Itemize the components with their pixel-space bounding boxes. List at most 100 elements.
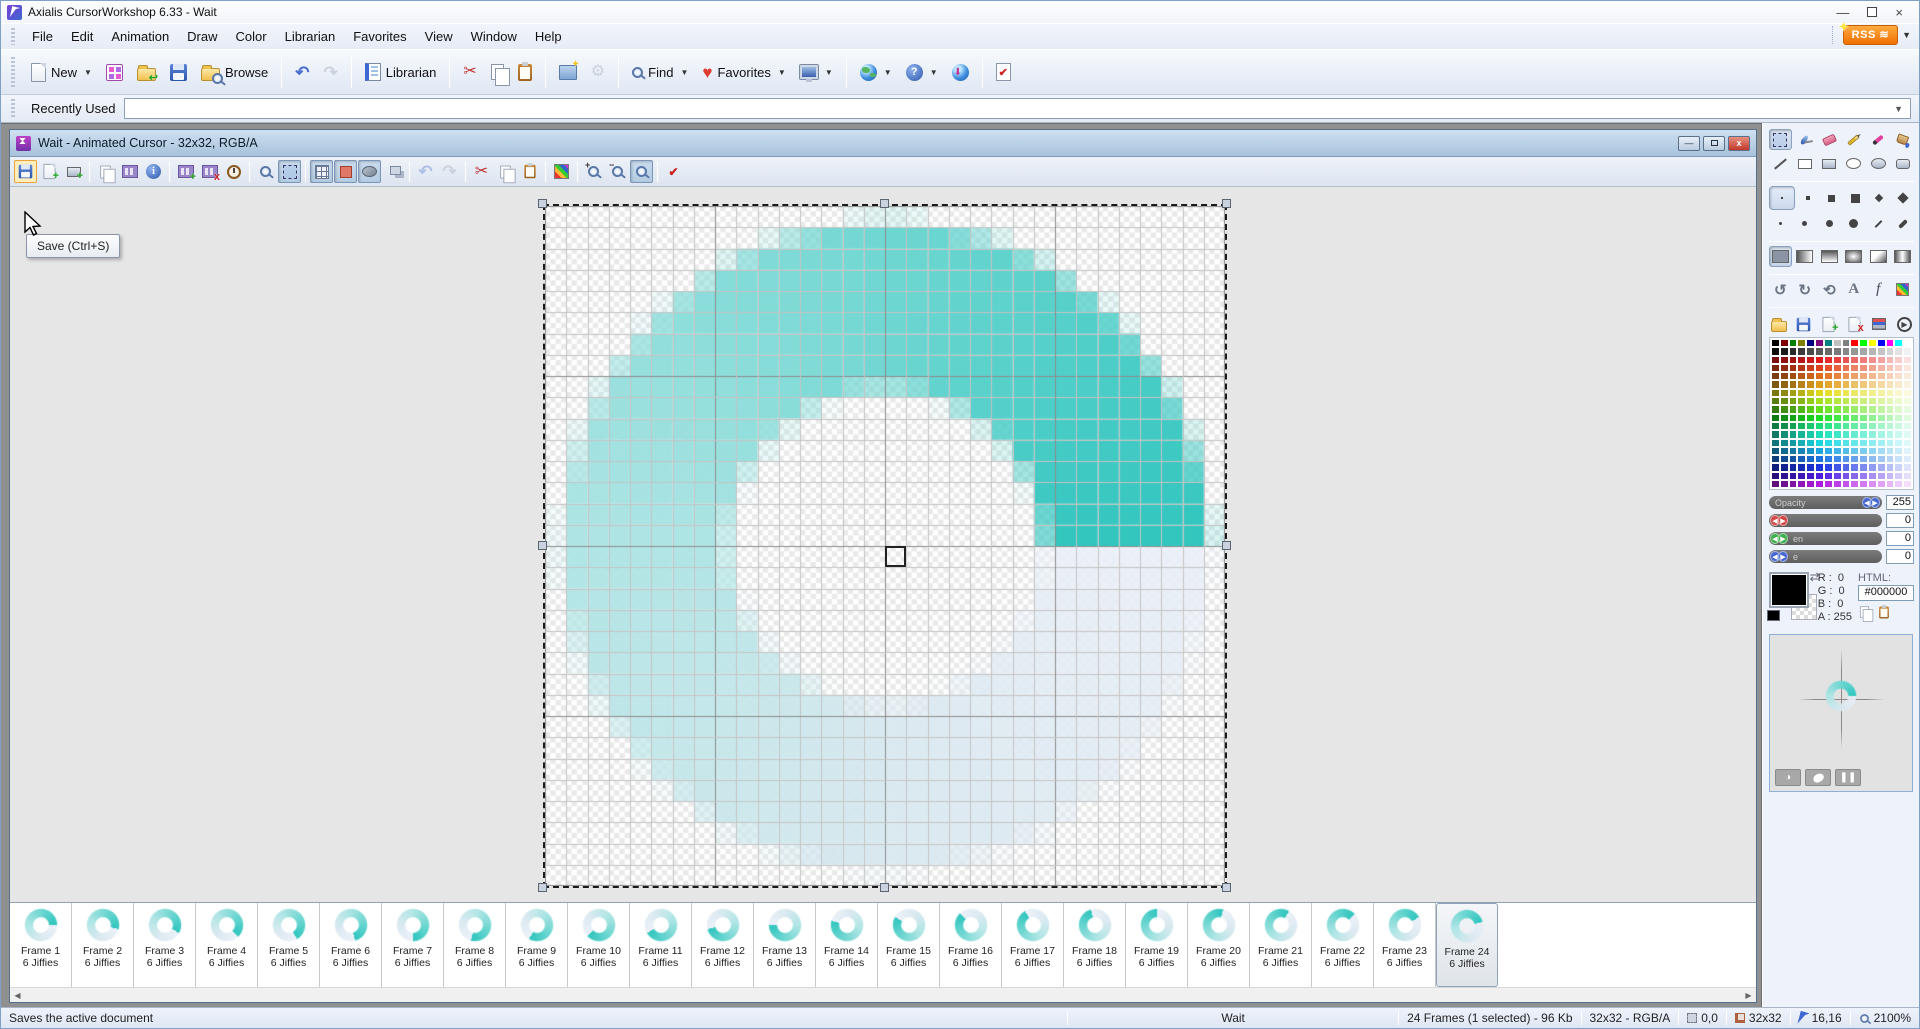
palette-color-cell[interactable] [1859, 405, 1868, 413]
menu-favorites[interactable]: Favorites [344, 26, 415, 47]
document-title-bar[interactable]: Wait - Animated Cursor - 32x32, RGB/A — … [10, 130, 1756, 157]
palette-color-cell[interactable] [1894, 339, 1903, 347]
palette-color-cell[interactable] [1859, 372, 1868, 380]
palette-color-cell[interactable] [1797, 347, 1806, 355]
frame-item-15[interactable]: Frame 156 Jiffies [878, 903, 940, 987]
palette-color-cell[interactable] [1771, 372, 1780, 380]
add-frame-from-file-button[interactable]: + [62, 160, 85, 183]
browse-button[interactable]: Browse [195, 59, 274, 86]
palette-color-cell[interactable] [1780, 372, 1789, 380]
chevron-down-icon[interactable]: ▼ [680, 68, 688, 77]
palette-color-cell[interactable] [1771, 380, 1780, 388]
palette-color-cell[interactable] [1868, 347, 1877, 355]
close-button[interactable]: × [1895, 6, 1903, 19]
palette-color-cell[interactable] [1771, 463, 1780, 471]
menu-window[interactable]: Window [462, 26, 526, 47]
palette-color-cell[interactable] [1850, 405, 1859, 413]
frame-item-16[interactable]: Frame 166 Jiffies [940, 903, 1002, 987]
restore-button[interactable] [1867, 7, 1877, 17]
commit-button[interactable]: ✔ [662, 160, 685, 183]
web-download-button[interactable] [946, 59, 975, 86]
palette-color-cell[interactable] [1806, 430, 1815, 438]
brush-size-circle-1[interactable] [1769, 213, 1792, 234]
palette-color-cell[interactable] [1850, 422, 1859, 430]
increment-arrow[interactable]: ▶ [1778, 515, 1788, 526]
palette-color-cell[interactable] [1824, 463, 1833, 471]
palette-color-cell[interactable] [1815, 397, 1824, 405]
zoom-out-button[interactable]: − [606, 160, 629, 183]
palette-color-cell[interactable] [1877, 380, 1886, 388]
fill-style-vertical-gradient[interactable] [1818, 246, 1841, 267]
palette-color-cell[interactable] [1868, 422, 1877, 430]
menu-color[interactable]: Color [227, 26, 276, 47]
palette-color-cell[interactable] [1780, 364, 1789, 372]
palette-color-cell[interactable] [1850, 463, 1859, 471]
palette-color-cell[interactable] [1780, 414, 1789, 422]
doc-cut-button[interactable]: ✂ [470, 160, 493, 183]
palette-color-cell[interactable] [1771, 430, 1780, 438]
palette-color-cell[interactable] [1771, 422, 1780, 430]
palette-color-cell[interactable] [1815, 422, 1824, 430]
copy-button[interactable] [485, 59, 510, 85]
green-value[interactable]: 0 [1886, 531, 1914, 546]
palette-color-cell[interactable] [1824, 356, 1833, 364]
palette-color-cell[interactable] [1780, 439, 1789, 447]
show-translucency-button[interactable] [358, 160, 381, 183]
palette-color-cell[interactable] [1877, 414, 1886, 422]
fill-style-horizontal-gradient[interactable] [1794, 246, 1817, 267]
brush-size-slash-1[interactable] [1867, 213, 1890, 234]
fill-style-diagonal-gradient[interactable] [1867, 246, 1890, 267]
palette-color-cell[interactable] [1797, 422, 1806, 430]
palette-color-cell[interactable] [1771, 397, 1780, 405]
palette-color-cell[interactable] [1877, 455, 1886, 463]
palette-color-cell[interactable] [1859, 356, 1868, 364]
palette-color-cell[interactable] [1824, 430, 1833, 438]
color-palette-grid[interactable] [1769, 337, 1914, 490]
palette-color-cell[interactable] [1903, 430, 1912, 438]
palette-color-cell[interactable] [1859, 472, 1868, 480]
palette-color-cell[interactable] [1894, 380, 1903, 388]
palette-color-cell[interactable] [1806, 414, 1815, 422]
doc-minimize-button[interactable]: — [1678, 136, 1700, 151]
palette-color-cell[interactable] [1842, 389, 1851, 397]
palette-color-cell[interactable] [1797, 480, 1806, 488]
palette-color-cell[interactable] [1780, 430, 1789, 438]
palette-color-cell[interactable] [1859, 397, 1868, 405]
palette-color-cell[interactable] [1806, 397, 1815, 405]
find-button[interactable]: Find▼ [626, 60, 694, 85]
tool-rounded-rectangle[interactable] [1892, 153, 1915, 174]
palette-color-cell[interactable] [1868, 430, 1877, 438]
palette-color-cell[interactable] [1771, 439, 1780, 447]
frame-item-17[interactable]: Frame 176 Jiffies [1002, 903, 1064, 987]
tool-eraser[interactable] [1818, 129, 1841, 150]
fill-style-double-gradient[interactable] [1892, 246, 1915, 267]
brush-size-square-1[interactable] [1797, 188, 1819, 209]
palette-color-cell[interactable] [1842, 380, 1851, 388]
palette-color-cell[interactable] [1780, 447, 1789, 455]
palette-color-cell[interactable] [1842, 339, 1851, 347]
recently-used-combobox[interactable]: ▼ [124, 98, 1911, 119]
palette-color-cell[interactable] [1850, 430, 1859, 438]
selection-handle[interactable] [538, 883, 547, 892]
palette-color-cell[interactable] [1886, 439, 1895, 447]
palette-color-cell[interactable] [1903, 480, 1912, 488]
palette-color-cell[interactable] [1824, 364, 1833, 372]
palette-color-cell[interactable] [1833, 389, 1842, 397]
palette-color-cell[interactable] [1859, 422, 1868, 430]
palette-color-cell[interactable] [1824, 447, 1833, 455]
palette-color-cell[interactable] [1877, 430, 1886, 438]
adjust-colors-button[interactable] [550, 160, 573, 183]
palette-color-cell[interactable] [1850, 455, 1859, 463]
tool-eyedropper[interactable] [1794, 129, 1817, 150]
palette-color-cell[interactable] [1894, 397, 1903, 405]
palette-color-cell[interactable] [1859, 414, 1868, 422]
palette-color-cell[interactable] [1842, 372, 1851, 380]
fill-style-solid[interactable] [1769, 246, 1792, 267]
frames-scrollbar[interactable]: ◀ ▶ [10, 987, 1756, 1002]
frame-item-23[interactable]: Frame 236 Jiffies [1374, 903, 1436, 987]
palette-color-cell[interactable] [1859, 463, 1868, 471]
palette-color-cell[interactable] [1789, 463, 1798, 471]
palette-color-cell[interactable] [1771, 356, 1780, 364]
frame-item-12[interactable]: Frame 126 Jiffies [692, 903, 754, 987]
palette-color-cell[interactable] [1877, 439, 1886, 447]
